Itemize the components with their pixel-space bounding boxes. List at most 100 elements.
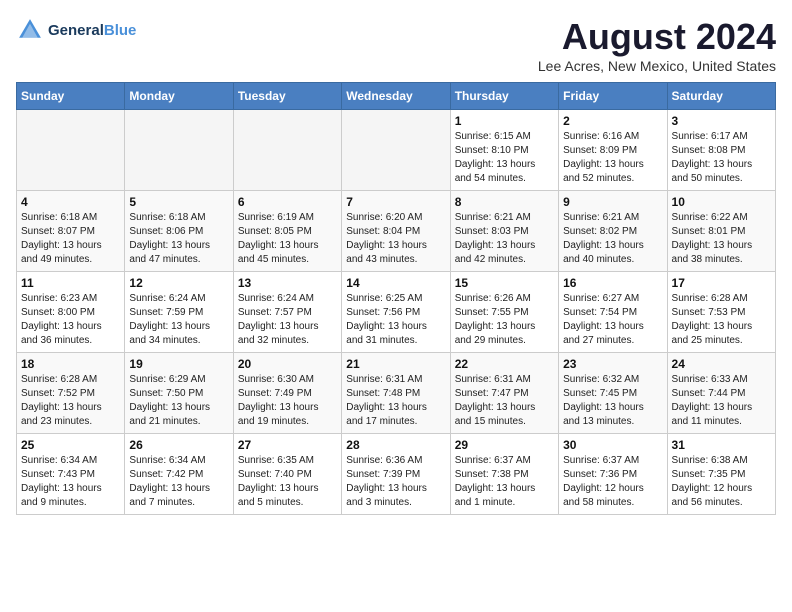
calendar-cell: 6 Sunrise: 6:19 AM Sunset: 8:05 PM Daylig… xyxy=(233,191,341,272)
day-number: 13 xyxy=(238,276,337,290)
day-info: Sunrise: 6:38 AM Sunset: 7:35 PM Dayligh… xyxy=(672,454,771,510)
title-area: August 2024 Lee Acres, New Mexico, Unite… xyxy=(538,16,776,74)
calendar-cell: 25 Sunrise: 6:34 AM Sunset: 7:43 PM Dayli… xyxy=(17,434,125,515)
day-info: Sunrise: 6:37 AM Sunset: 7:36 PM Dayligh… xyxy=(563,454,662,510)
day-number: 19 xyxy=(129,357,228,371)
day-info: Sunrise: 6:27 AM Sunset: 7:54 PM Dayligh… xyxy=(563,292,662,348)
logo: GeneralBlue xyxy=(16,16,136,44)
calendar-day-header: Monday xyxy=(125,83,233,110)
day-info: Sunrise: 6:35 AM Sunset: 7:40 PM Dayligh… xyxy=(238,454,337,510)
calendar-cell: 12 Sunrise: 6:24 AM Sunset: 7:59 PM Dayli… xyxy=(125,272,233,353)
calendar-cell: 1Sunrise: 6:15 AM Sunset: 8:10 PM Daylig… xyxy=(450,110,558,191)
day-info: Sunrise: 6:16 AM Sunset: 8:09 PM Dayligh… xyxy=(563,130,662,186)
day-number: 17 xyxy=(672,276,771,290)
calendar-cell: 14 Sunrise: 6:25 AM Sunset: 7:56 PM Dayli… xyxy=(342,272,450,353)
calendar-cell: 5 Sunrise: 6:18 AM Sunset: 8:06 PM Daylig… xyxy=(125,191,233,272)
day-number: 8 xyxy=(455,195,554,209)
calendar-week-row: 18 Sunrise: 6:28 AM Sunset: 7:52 PM Dayli… xyxy=(17,353,776,434)
day-number: 25 xyxy=(21,438,120,452)
calendar-cell xyxy=(342,110,450,191)
day-info: Sunrise: 6:23 AM Sunset: 8:00 PM Dayligh… xyxy=(21,292,120,348)
calendar-week-row: 25 Sunrise: 6:34 AM Sunset: 7:43 PM Dayli… xyxy=(17,434,776,515)
calendar-cell: 16 Sunrise: 6:27 AM Sunset: 7:54 PM Dayli… xyxy=(559,272,667,353)
day-number: 21 xyxy=(346,357,445,371)
calendar-week-row: 4 Sunrise: 6:18 AM Sunset: 8:07 PM Daylig… xyxy=(17,191,776,272)
calendar-cell: 17Sunrise: 6:28 AM Sunset: 7:53 PM Dayli… xyxy=(667,272,775,353)
day-number: 9 xyxy=(563,195,662,209)
logo-text: GeneralBlue xyxy=(48,22,136,39)
day-info: Sunrise: 6:18 AM Sunset: 8:07 PM Dayligh… xyxy=(21,211,120,267)
day-info: Sunrise: 6:30 AM Sunset: 7:49 PM Dayligh… xyxy=(238,373,337,429)
calendar-cell xyxy=(233,110,341,191)
day-info: Sunrise: 6:31 AM Sunset: 7:48 PM Dayligh… xyxy=(346,373,445,429)
calendar-cell: 24 Sunrise: 6:33 AM Sunset: 7:44 PM Dayli… xyxy=(667,353,775,434)
day-number: 28 xyxy=(346,438,445,452)
calendar-day-header: Sunday xyxy=(17,83,125,110)
day-info: Sunrise: 6:31 AM Sunset: 7:47 PM Dayligh… xyxy=(455,373,554,429)
calendar-week-row: 1Sunrise: 6:15 AM Sunset: 8:10 PM Daylig… xyxy=(17,110,776,191)
day-number: 11 xyxy=(21,276,120,290)
calendar-cell: 10Sunrise: 6:22 AM Sunset: 8:01 PM Dayli… xyxy=(667,191,775,272)
day-info: Sunrise: 6:37 AM Sunset: 7:38 PM Dayligh… xyxy=(455,454,554,510)
day-number: 22 xyxy=(455,357,554,371)
calendar-cell: 2Sunrise: 6:16 AM Sunset: 8:09 PM Daylig… xyxy=(559,110,667,191)
calendar-cell: 9 Sunrise: 6:21 AM Sunset: 8:02 PM Daylig… xyxy=(559,191,667,272)
calendar-week-row: 11 Sunrise: 6:23 AM Sunset: 8:00 PM Dayli… xyxy=(17,272,776,353)
day-info: Sunrise: 6:29 AM Sunset: 7:50 PM Dayligh… xyxy=(129,373,228,429)
calendar-day-header: Tuesday xyxy=(233,83,341,110)
day-number: 18 xyxy=(21,357,120,371)
logo-icon xyxy=(16,16,44,44)
calendar-cell: 26 Sunrise: 6:34 AM Sunset: 7:42 PM Dayli… xyxy=(125,434,233,515)
day-info: Sunrise: 6:34 AM Sunset: 7:42 PM Dayligh… xyxy=(129,454,228,510)
calendar-cell: 28 Sunrise: 6:36 AM Sunset: 7:39 PM Dayli… xyxy=(342,434,450,515)
day-info: Sunrise: 6:19 AM Sunset: 8:05 PM Dayligh… xyxy=(238,211,337,267)
calendar-cell: 7 Sunrise: 6:20 AM Sunset: 8:04 PM Daylig… xyxy=(342,191,450,272)
calendar-cell: 21 Sunrise: 6:31 AM Sunset: 7:48 PM Dayli… xyxy=(342,353,450,434)
calendar-cell: 27Sunrise: 6:35 AM Sunset: 7:40 PM Dayli… xyxy=(233,434,341,515)
day-number: 30 xyxy=(563,438,662,452)
calendar-table: SundayMondayTuesdayWednesdayThursdayFrid… xyxy=(16,82,776,515)
day-number: 6 xyxy=(238,195,337,209)
day-number: 31 xyxy=(672,438,771,452)
calendar-cell: 8 Sunrise: 6:21 AM Sunset: 8:03 PM Daylig… xyxy=(450,191,558,272)
day-info: Sunrise: 6:21 AM Sunset: 8:02 PM Dayligh… xyxy=(563,211,662,267)
subtitle: Lee Acres, New Mexico, United States xyxy=(538,58,776,74)
day-info: Sunrise: 6:34 AM Sunset: 7:43 PM Dayligh… xyxy=(21,454,120,510)
day-number: 12 xyxy=(129,276,228,290)
day-number: 24 xyxy=(672,357,771,371)
calendar-day-header: Saturday xyxy=(667,83,775,110)
day-info: Sunrise: 6:36 AM Sunset: 7:39 PM Dayligh… xyxy=(346,454,445,510)
calendar-cell: 29Sunrise: 6:37 AM Sunset: 7:38 PM Dayli… xyxy=(450,434,558,515)
day-info: Sunrise: 6:22 AM Sunset: 8:01 PM Dayligh… xyxy=(672,211,771,267)
day-number: 14 xyxy=(346,276,445,290)
main-title: August 2024 xyxy=(538,16,776,58)
day-info: Sunrise: 6:24 AM Sunset: 7:57 PM Dayligh… xyxy=(238,292,337,348)
calendar-cell: 23Sunrise: 6:32 AM Sunset: 7:45 PM Dayli… xyxy=(559,353,667,434)
day-number: 5 xyxy=(129,195,228,209)
day-info: Sunrise: 6:17 AM Sunset: 8:08 PM Dayligh… xyxy=(672,130,771,186)
day-info: Sunrise: 6:20 AM Sunset: 8:04 PM Dayligh… xyxy=(346,211,445,267)
calendar-cell xyxy=(125,110,233,191)
day-number: 26 xyxy=(129,438,228,452)
day-info: Sunrise: 6:28 AM Sunset: 7:52 PM Dayligh… xyxy=(21,373,120,429)
calendar-day-header: Thursday xyxy=(450,83,558,110)
day-info: Sunrise: 6:24 AM Sunset: 7:59 PM Dayligh… xyxy=(129,292,228,348)
day-info: Sunrise: 6:21 AM Sunset: 8:03 PM Dayligh… xyxy=(455,211,554,267)
day-info: Sunrise: 6:18 AM Sunset: 8:06 PM Dayligh… xyxy=(129,211,228,267)
day-number: 7 xyxy=(346,195,445,209)
calendar-cell: 15Sunrise: 6:26 AM Sunset: 7:55 PM Dayli… xyxy=(450,272,558,353)
calendar-cell: 22 Sunrise: 6:31 AM Sunset: 7:47 PM Dayli… xyxy=(450,353,558,434)
day-number: 16 xyxy=(563,276,662,290)
calendar-cell: 20Sunrise: 6:30 AM Sunset: 7:49 PM Dayli… xyxy=(233,353,341,434)
calendar-day-header: Wednesday xyxy=(342,83,450,110)
day-info: Sunrise: 6:25 AM Sunset: 7:56 PM Dayligh… xyxy=(346,292,445,348)
day-info: Sunrise: 6:33 AM Sunset: 7:44 PM Dayligh… xyxy=(672,373,771,429)
calendar-cell xyxy=(17,110,125,191)
calendar-cell: 3Sunrise: 6:17 AM Sunset: 8:08 PM Daylig… xyxy=(667,110,775,191)
calendar-header-row: SundayMondayTuesdayWednesdayThursdayFrid… xyxy=(17,83,776,110)
calendar-cell: 19 Sunrise: 6:29 AM Sunset: 7:50 PM Dayli… xyxy=(125,353,233,434)
calendar-day-header: Friday xyxy=(559,83,667,110)
day-number: 4 xyxy=(21,195,120,209)
calendar-cell: 11 Sunrise: 6:23 AM Sunset: 8:00 PM Dayli… xyxy=(17,272,125,353)
page-header: GeneralBlue August 2024 Lee Acres, New M… xyxy=(16,16,776,74)
